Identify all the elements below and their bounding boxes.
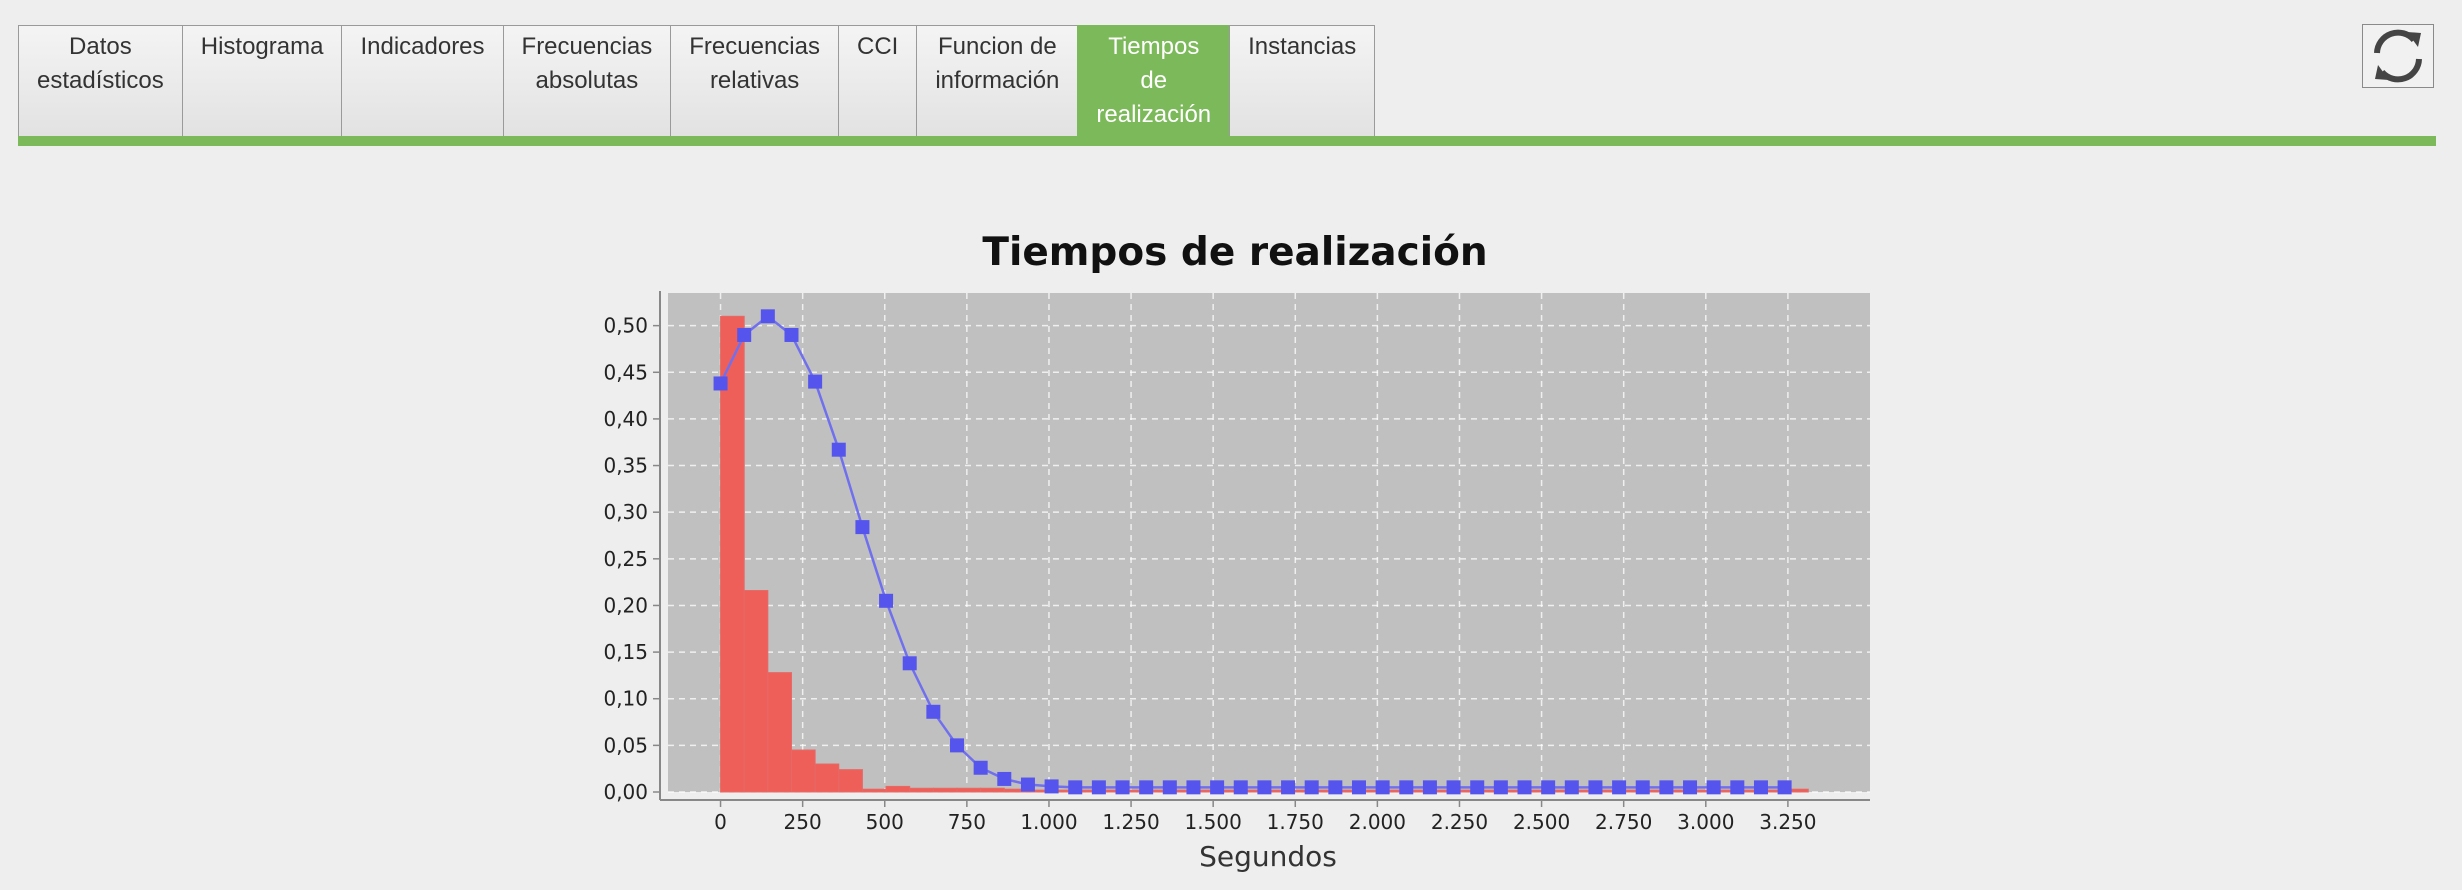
y-tick-label: 0,35 — [603, 454, 648, 478]
x-axis-label: Segundos — [1199, 840, 1337, 873]
y-tick-label: 0,25 — [603, 547, 648, 571]
series-marker — [1730, 780, 1745, 795]
series-marker — [855, 520, 870, 535]
series-marker — [713, 376, 728, 391]
series-marker — [1777, 780, 1792, 795]
x-tick-label: 750 — [948, 810, 986, 834]
x-tick-label: 0 — [714, 810, 727, 834]
series-marker — [1541, 780, 1556, 795]
y-ticks: 0,00 0,05 0,10 0,15 0,20 0,25 0,30 0,35 0,40 0,45… — [603, 314, 660, 804]
series-marker — [1068, 780, 1083, 795]
histogram-bar — [790, 749, 816, 793]
series-marker — [1304, 780, 1319, 795]
y-tick-label: 0,40 — [603, 407, 648, 431]
series-marker — [1517, 780, 1532, 795]
y-tick-label: 0,20 — [603, 593, 648, 617]
x-tick-label: 2.750 — [1595, 810, 1652, 834]
series-marker — [1493, 780, 1508, 795]
series-marker — [973, 760, 988, 775]
series-marker — [997, 771, 1012, 786]
series-marker — [1233, 780, 1248, 795]
histogram-bar — [861, 788, 887, 793]
series-marker — [784, 327, 799, 342]
x-tick-label: 2.250 — [1431, 810, 1488, 834]
histogram-bar — [909, 787, 934, 793]
series-marker — [1115, 780, 1130, 795]
series-marker — [1706, 780, 1721, 795]
histogram-bar — [767, 672, 792, 793]
histogram-bar — [838, 769, 863, 793]
y-tick-label: 0,00 — [603, 780, 648, 804]
series-marker — [902, 656, 917, 671]
y-tick-label: 0,10 — [603, 687, 648, 711]
series-marker — [1588, 780, 1603, 795]
x-tick-label: 2.000 — [1349, 810, 1406, 834]
series-marker — [1635, 780, 1650, 795]
plot-area — [668, 293, 1870, 792]
x-tick-label: 3.000 — [1677, 810, 1734, 834]
histogram-bar — [743, 590, 769, 793]
x-ticks: 0 250 500 750 1.000 1.250 1.500 1.750 2.000 2.250… — [714, 800, 1817, 834]
chart-title: Tiempos de realización — [982, 230, 1487, 275]
series-marker — [831, 442, 846, 457]
series-marker — [1091, 780, 1106, 795]
series-marker — [950, 738, 965, 753]
series-marker — [1375, 780, 1390, 795]
histogram-bar — [885, 785, 911, 793]
series-marker — [1446, 780, 1461, 795]
x-tick-label: 250 — [784, 810, 822, 834]
series-marker — [1281, 780, 1296, 795]
series-marker — [1470, 780, 1485, 795]
series-marker — [1753, 780, 1768, 795]
series-marker — [1044, 779, 1059, 794]
histogram-bar — [814, 763, 840, 793]
x-tick-label: 1.750 — [1267, 810, 1324, 834]
series-marker — [760, 309, 775, 324]
x-tick-label: 500 — [866, 810, 904, 834]
chart: Tiempos de realización 0 250 500 750 1.000 1.… — [603, 230, 1870, 873]
x-tick-label: 3.250 — [1759, 810, 1816, 834]
x-tick-label: 1.250 — [1102, 810, 1159, 834]
series-marker — [1139, 780, 1154, 795]
histogram-bar — [956, 787, 982, 793]
series-marker — [1612, 780, 1627, 795]
series-marker — [1422, 780, 1437, 795]
x-tick-label: 1.500 — [1185, 810, 1242, 834]
y-tick-label: 0,30 — [603, 500, 648, 524]
series-marker — [1020, 777, 1035, 792]
series-marker — [1351, 780, 1366, 795]
series-marker — [1683, 780, 1698, 795]
y-tick-label: 0,15 — [603, 640, 648, 664]
series-marker — [926, 704, 941, 719]
series-marker — [737, 327, 752, 342]
series-marker — [1257, 780, 1272, 795]
histogram-bar — [932, 787, 958, 793]
x-tick-label: 1.000 — [1020, 810, 1077, 834]
y-tick-label: 0,05 — [603, 733, 648, 757]
series-marker — [1399, 780, 1414, 795]
x-tick-label: 2.500 — [1513, 810, 1570, 834]
series-marker — [879, 593, 894, 608]
series-marker — [1659, 780, 1674, 795]
series-marker — [1186, 780, 1201, 795]
y-tick-label: 0,50 — [603, 314, 648, 338]
series-marker — [808, 374, 823, 389]
series-marker — [1210, 780, 1225, 795]
series-marker — [1328, 780, 1343, 795]
y-tick-label: 0,45 — [603, 360, 648, 384]
series-marker — [1162, 780, 1177, 795]
series-marker — [1564, 780, 1579, 795]
histogram-bar — [980, 787, 1005, 793]
